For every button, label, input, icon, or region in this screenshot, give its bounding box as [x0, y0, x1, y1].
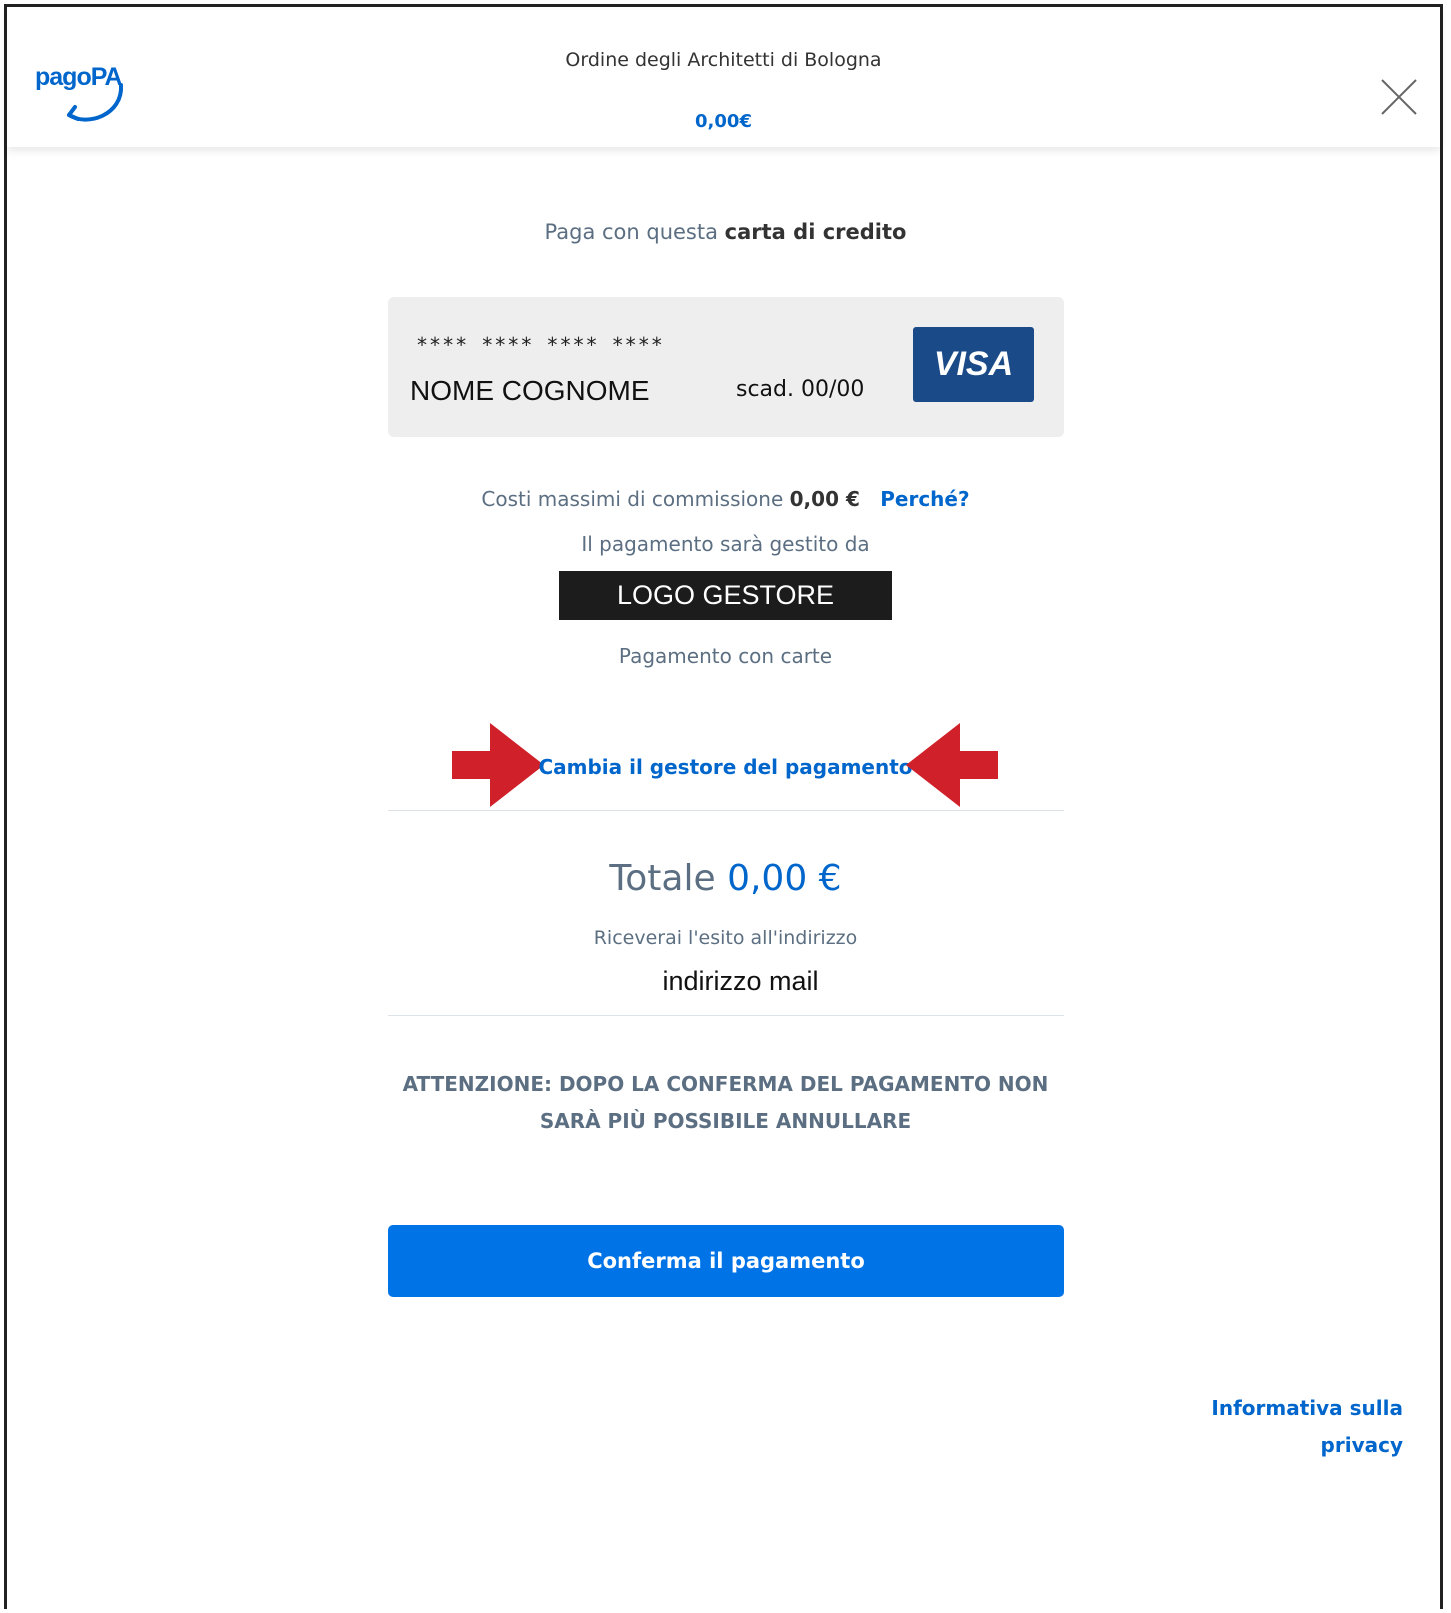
card-number: **** **** **** **** [416, 333, 664, 357]
fees-line: Costi massimi di commissione 0,00 € Perc… [0, 487, 1451, 511]
pay-with-text: Paga con questa carta di credito [0, 220, 1451, 244]
privacy-link[interactable]: Informativa sulla privacy [1143, 1390, 1403, 1464]
header: pagoPA Ordine degli Architetti di Bologn… [7, 7, 1440, 147]
privacy-line-1: Informativa sulla [1211, 1396, 1403, 1420]
total-label: Totale [609, 858, 716, 899]
visa-logo: VISA [913, 327, 1034, 402]
header-amount: 0,00€ [695, 111, 752, 132]
privacy-line-2: privacy [1320, 1433, 1403, 1457]
total-value: 0,00 € [727, 858, 842, 899]
card-holder: NOME COGNOME [410, 375, 650, 406]
organization-name: Ordine degli Architetti di Bologna [565, 49, 882, 71]
fees-label: Costi massimi di commissione [481, 487, 784, 511]
page-frame [4, 4, 1443, 1609]
divider [388, 1015, 1064, 1016]
why-link[interactable]: Perché? [880, 487, 969, 511]
payment-method-label: Pagamento con carte [618, 644, 833, 668]
manager-logo: LOGO GESTORE [559, 571, 892, 620]
divider [388, 810, 1064, 811]
credit-card: **** **** **** **** NOME COGNOME scad. 0… [388, 297, 1064, 437]
close-icon[interactable] [1379, 77, 1419, 117]
change-manager-link[interactable]: Cambia il gestore del pagamento [0, 755, 1451, 779]
warning-line-2: SARÀ PIÙ POSSIBILE ANNULLARE [539, 1109, 912, 1133]
arrow-left-icon [906, 723, 998, 807]
email-address: indirizzo mail [662, 966, 819, 996]
managed-by-label: Il pagamento sarà gestito da [581, 532, 870, 556]
pay-with-emphasis: carta di credito [724, 220, 907, 244]
receive-label: Riceverai l'esito all'indirizzo [593, 927, 858, 949]
card-expiry: scad. 00/00 [736, 377, 865, 402]
confirm-payment-button[interactable]: Conferma il pagamento [388, 1225, 1064, 1297]
fees-value: 0,00 € [789, 487, 860, 511]
pay-with-prefix: Paga con questa [544, 220, 718, 244]
total-line: Totale 0,00 € [0, 858, 1451, 899]
warning-line-1: ATTENZIONE: DOPO LA CONFERMA DEL PAGAMEN… [402, 1072, 1049, 1096]
warning-text: ATTENZIONE: DOPO LA CONFERMA DEL PAGAMEN… [0, 1066, 1451, 1140]
